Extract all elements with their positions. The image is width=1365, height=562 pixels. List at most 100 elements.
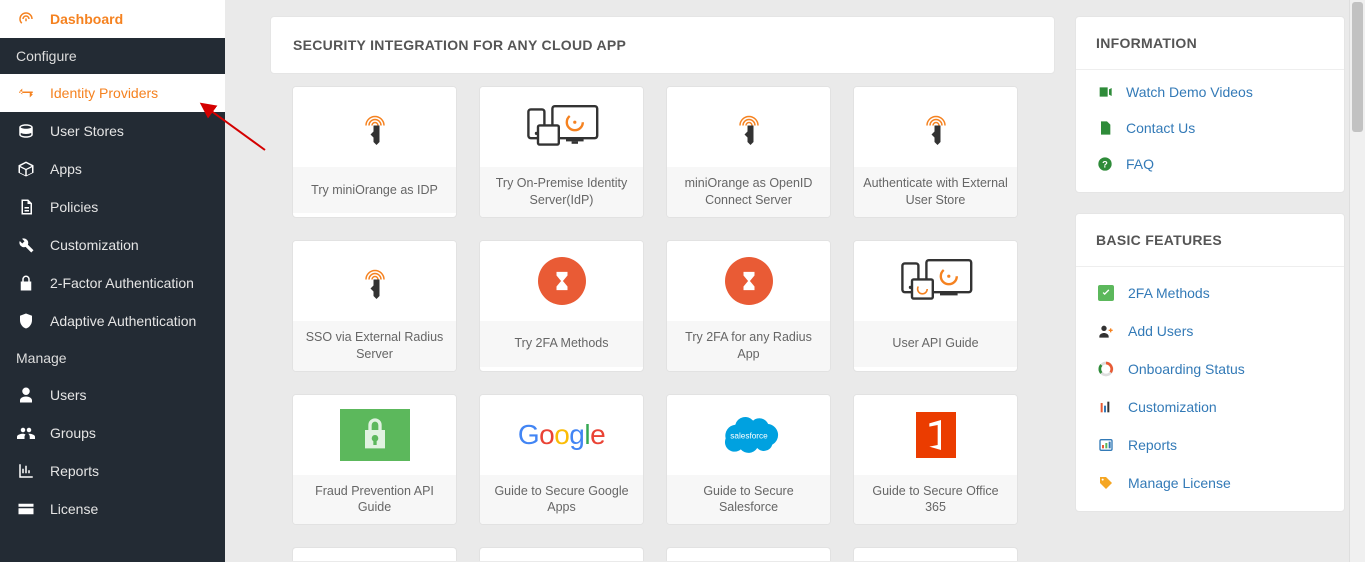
link-label: Manage License bbox=[1128, 475, 1231, 491]
card-placeholder bbox=[853, 547, 1018, 561]
card-google-apps[interactable]: Google Guide to Secure Google Apps bbox=[479, 394, 644, 526]
link-faq[interactable]: ? FAQ bbox=[1096, 156, 1324, 172]
card-office-logo bbox=[854, 395, 1017, 475]
sidebar-item-adaptive-auth[interactable]: Adaptive Authentication bbox=[0, 302, 225, 340]
link-add-users[interactable]: Add Users bbox=[1096, 323, 1324, 339]
card-label: User API Guide bbox=[854, 321, 1017, 367]
sidebar-item-users[interactable]: Users bbox=[0, 376, 225, 414]
sidebar-item-label: Policies bbox=[50, 199, 98, 215]
report-icon bbox=[1096, 437, 1116, 453]
card-fingerprint-icon bbox=[854, 87, 1017, 167]
card-google-logo: Google bbox=[480, 395, 643, 475]
link-label: FAQ bbox=[1126, 156, 1154, 172]
card-fraud-lock-icon bbox=[293, 395, 456, 475]
panel-title: INFORMATION bbox=[1076, 17, 1344, 70]
card-placeholder bbox=[479, 547, 644, 561]
card-label: miniOrange as OpenID Connect Server bbox=[667, 167, 830, 217]
card-label: Try 2FA Methods bbox=[480, 321, 643, 367]
card-label: Try miniOrange as IDP bbox=[293, 167, 456, 213]
card-label: Authenticate with External User Store bbox=[854, 167, 1017, 217]
card-salesforce-logo: salesforce bbox=[667, 395, 830, 475]
link-label: Contact Us bbox=[1126, 120, 1195, 136]
card-user-api-guide[interactable]: User API Guide bbox=[853, 240, 1018, 372]
user-icon bbox=[16, 386, 36, 404]
tag-icon bbox=[1096, 475, 1116, 491]
sidebar-item-label: Groups bbox=[50, 425, 96, 441]
link-onboarding-status[interactable]: Onboarding Status bbox=[1096, 361, 1324, 377]
card-try-2fa-methods[interactable]: Try 2FA Methods bbox=[479, 240, 644, 372]
sidebar-item-dashboard[interactable]: Dashboard bbox=[0, 0, 225, 38]
card-fingerprint-icon bbox=[293, 241, 456, 321]
card-placeholder bbox=[666, 547, 831, 561]
sidebar-item-label: Dashboard bbox=[50, 11, 123, 27]
document-icon bbox=[1096, 120, 1114, 136]
link-manage-license[interactable]: Manage License bbox=[1096, 475, 1324, 491]
link-reports[interactable]: Reports bbox=[1096, 437, 1324, 453]
sidebar-item-groups[interactable]: Groups bbox=[0, 414, 225, 452]
scrollbar[interactable] bbox=[1349, 0, 1365, 562]
wrench-icon bbox=[16, 236, 36, 254]
sidebar-item-2fa[interactable]: 2-Factor Authentication bbox=[0, 264, 225, 302]
link-label: Watch Demo Videos bbox=[1126, 84, 1253, 100]
card-external-user-store[interactable]: Authenticate with External User Store bbox=[853, 86, 1018, 218]
card-fingerprint-icon bbox=[667, 87, 830, 167]
link-label: 2FA Methods bbox=[1128, 285, 1210, 301]
sidebar-item-identity-providers[interactable]: Identity Providers bbox=[0, 74, 225, 112]
sidebar-section-configure: Configure bbox=[0, 38, 225, 74]
document-icon bbox=[16, 198, 36, 216]
card-office365[interactable]: Guide to Secure Office 365 bbox=[853, 394, 1018, 526]
card-label: SSO via External Radius Server bbox=[293, 321, 456, 371]
svg-text:?: ? bbox=[1102, 159, 1108, 169]
sidebar-item-label: Identity Providers bbox=[50, 85, 158, 101]
users-icon bbox=[16, 424, 36, 442]
link-2fa-methods[interactable]: 2FA Methods bbox=[1096, 285, 1324, 301]
link-customization[interactable]: Customization bbox=[1096, 399, 1324, 415]
security-integration-panel: SECURITY INTEGRATION FOR ANY CLOUD APP bbox=[270, 16, 1055, 74]
sidebar-item-label: Adaptive Authentication bbox=[50, 313, 196, 329]
link-watch-demo[interactable]: Watch Demo Videos bbox=[1096, 84, 1324, 100]
card-openid-connect[interactable]: miniOrange as OpenID Connect Server bbox=[666, 86, 831, 218]
sidebar-item-reports[interactable]: Reports bbox=[0, 452, 225, 490]
card-2fa-radius-app[interactable]: Try 2FA for any Radius App bbox=[666, 240, 831, 372]
information-panel: INFORMATION Watch Demo Videos Contact Us… bbox=[1075, 16, 1345, 193]
card-onpremise-identity-server[interactable]: Try On-Premise Identity Server(IdP) bbox=[479, 86, 644, 218]
card-placeholder bbox=[292, 547, 457, 561]
card-try-miniorange-idp[interactable]: Try miniOrange as IDP bbox=[292, 86, 457, 218]
sidebar-item-label: Reports bbox=[50, 463, 99, 479]
panel-title: BASIC FEATURES bbox=[1076, 214, 1344, 267]
card-fraud-prevention[interactable]: Fraud Prevention API Guide bbox=[292, 394, 457, 526]
link-label: Customization bbox=[1128, 399, 1217, 415]
svg-text:salesforce: salesforce bbox=[730, 431, 768, 440]
link-label: Reports bbox=[1128, 437, 1177, 453]
card-devices-icon bbox=[854, 241, 1017, 321]
video-icon bbox=[1096, 84, 1114, 100]
gauge-icon bbox=[16, 10, 36, 28]
basic-features-panel: BASIC FEATURES 2FA Methods Add Users Onb… bbox=[1075, 213, 1345, 512]
card-devices-icon bbox=[480, 87, 643, 167]
card-label: Guide to Secure Google Apps bbox=[480, 475, 643, 525]
card-sso-external-radius[interactable]: SSO via External Radius Server bbox=[292, 240, 457, 372]
sidebar-item-label: 2-Factor Authentication bbox=[50, 275, 194, 291]
link-label: Add Users bbox=[1128, 323, 1193, 339]
card-label: Try 2FA for any Radius App bbox=[667, 321, 830, 371]
card-hourglass-icon bbox=[667, 241, 830, 321]
link-contact-us[interactable]: Contact Us bbox=[1096, 120, 1324, 136]
sidebar: Dashboard Configure Identity Providers U… bbox=[0, 0, 225, 562]
chart-icon bbox=[16, 462, 36, 480]
card-salesforce[interactable]: salesforce Guide to Secure Salesforce bbox=[666, 394, 831, 526]
link-label: Onboarding Status bbox=[1128, 361, 1245, 377]
progress-ring-icon bbox=[1096, 361, 1116, 377]
sidebar-item-policies[interactable]: Policies bbox=[0, 188, 225, 226]
shield-check-icon bbox=[1096, 285, 1116, 301]
card-label: Guide to Secure Office 365 bbox=[854, 475, 1017, 525]
sidebar-item-license[interactable]: License bbox=[0, 490, 225, 528]
card-label: Try On-Premise Identity Server(IdP) bbox=[480, 167, 643, 217]
sidebar-item-label: Customization bbox=[50, 237, 139, 253]
shield-icon bbox=[16, 312, 36, 330]
sidebar-item-user-stores[interactable]: User Stores bbox=[0, 112, 225, 150]
swap-icon bbox=[16, 84, 36, 102]
card-hourglass-icon bbox=[480, 241, 643, 321]
sidebar-item-apps[interactable]: Apps bbox=[0, 150, 225, 188]
sidebar-item-label: Apps bbox=[50, 161, 82, 177]
sidebar-item-customization[interactable]: Customization bbox=[0, 226, 225, 264]
